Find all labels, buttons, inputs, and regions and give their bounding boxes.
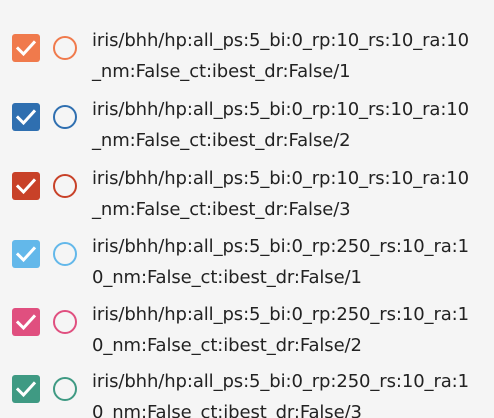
series-label-line: iris/bhh/hp:all_ps:5_bi:0_rp:250_rs:10_r… <box>92 371 469 392</box>
series-label: iris/bhh/hp:all_ps:5_bi:0_rp:250_rs:10_r… <box>92 299 484 361</box>
series-checkbox[interactable] <box>12 375 40 403</box>
series-radio[interactable] <box>53 174 77 198</box>
series-row: iris/bhh/hp:all_ps:5_bi:0_rp:10_rs:10_ra… <box>0 82 494 151</box>
checkmark-icon <box>15 40 37 57</box>
series-label-line: iris/bhh/hp:all_ps:5_bi:0_rp:250_rs:10_r… <box>92 304 469 325</box>
series-label-line: iris/bhh/hp:all_ps:5_bi:0_rp:10_rs:10_ra… <box>92 99 469 120</box>
series-row: iris/bhh/hp:all_ps:5_bi:0_rp:250_rs:10_r… <box>0 219 494 288</box>
series-checkbox[interactable] <box>12 103 40 131</box>
checkmark-icon <box>15 178 37 195</box>
series-label-line: iris/bhh/hp:all_ps:5_bi:0_rp:10_rs:10_ra… <box>92 168 469 189</box>
series-row: iris/bhh/hp:all_ps:5_bi:0_rp:250_rs:10_r… <box>0 354 494 418</box>
series-label-line: 0_nm:False_ct:ibest_dr:False/3 <box>92 402 362 418</box>
checkmark-icon <box>15 381 37 398</box>
series-label: iris/bhh/hp:all_ps:5_bi:0_rp:10_rs:10_ra… <box>92 94 484 156</box>
series-label: iris/bhh/hp:all_ps:5_bi:0_rp:250_rs:10_r… <box>92 231 484 293</box>
series-radio[interactable] <box>53 105 77 129</box>
series-row: iris/bhh/hp:all_ps:5_bi:0_rp:250_rs:10_r… <box>0 287 494 356</box>
series-radio[interactable] <box>53 242 77 266</box>
series-row: iris/bhh/hp:all_ps:5_bi:0_rp:10_rs:10_ra… <box>0 151 494 220</box>
checkmark-icon <box>15 109 37 126</box>
series-label-line: iris/bhh/hp:all_ps:5_bi:0_rp:10_rs:10_ra… <box>92 30 469 51</box>
series-label: iris/bhh/hp:all_ps:5_bi:0_rp:250_rs:10_r… <box>92 366 484 418</box>
checkmark-icon <box>15 314 37 331</box>
series-radio[interactable] <box>53 36 77 60</box>
series-radio[interactable] <box>53 310 77 334</box>
series-label: iris/bhh/hp:all_ps:5_bi:0_rp:10_rs:10_ra… <box>92 25 484 87</box>
series-radio[interactable] <box>53 377 77 401</box>
series-checkbox[interactable] <box>12 308 40 336</box>
series-row: iris/bhh/hp:all_ps:5_bi:0_rp:10_rs:10_ra… <box>0 13 494 82</box>
checkmark-icon <box>15 246 37 263</box>
series-list: iris/bhh/hp:all_ps:5_bi:0_rp:10_rs:10_ra… <box>0 0 494 418</box>
series-label-line: iris/bhh/hp:all_ps:5_bi:0_rp:250_rs:10_r… <box>92 236 469 257</box>
series-checkbox[interactable] <box>12 172 40 200</box>
series-checkbox[interactable] <box>12 240 40 268</box>
series-label: iris/bhh/hp:all_ps:5_bi:0_rp:10_rs:10_ra… <box>92 163 484 225</box>
series-checkbox[interactable] <box>12 34 40 62</box>
